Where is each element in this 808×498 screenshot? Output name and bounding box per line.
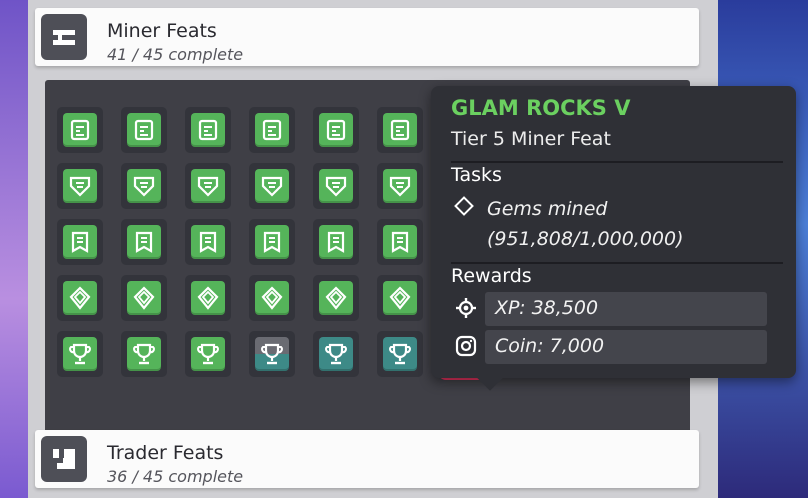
reward-label: Coin: 7,000: [495, 335, 605, 357]
banner-icon: [191, 225, 225, 259]
trophy-icon: [383, 337, 417, 371]
feat-tile[interactable]: [313, 219, 359, 265]
rewards-heading: Rewards: [451, 265, 532, 287]
shield-icon: [63, 169, 97, 203]
banner-icon: [127, 225, 161, 259]
trophy-icon: [191, 337, 225, 371]
category-progress: 36 / 45 complete: [107, 467, 244, 486]
shield-icon: [127, 169, 161, 203]
feat-tile[interactable]: [185, 107, 231, 153]
tasks-heading: Tasks: [451, 164, 502, 186]
feat-tile[interactable]: [121, 219, 167, 265]
scroll-icon: [319, 113, 353, 147]
gem-icon: [319, 281, 353, 315]
miner-feats-header[interactable]: Miner Feats 41 / 45 complete: [35, 8, 699, 66]
feat-tile[interactable]: [185, 275, 231, 321]
feat-title: GLAM ROCKS V: [451, 96, 631, 120]
trophy-icon: [63, 337, 97, 371]
feat-tile[interactable]: [185, 219, 231, 265]
feat-tile[interactable]: [377, 219, 423, 265]
trophy-icon: [319, 337, 353, 371]
feat-tile[interactable]: [185, 331, 231, 377]
reward-coin: Coin: 7,000: [485, 330, 767, 364]
reward-label: XP: 38,500: [495, 297, 599, 319]
banner-icon: [63, 225, 97, 259]
feat-tile[interactable]: [121, 275, 167, 321]
feat-tile[interactable]: [57, 107, 103, 153]
shield-icon: [383, 169, 417, 203]
feat-tile[interactable]: [377, 163, 423, 209]
trophy-icon: [127, 337, 161, 371]
feat-tile[interactable]: [57, 219, 103, 265]
feat-tile[interactable]: [249, 275, 295, 321]
category-title: Trader Feats: [107, 442, 224, 464]
shield-icon: [319, 169, 353, 203]
category-title: Miner Feats: [107, 20, 217, 42]
feat-tile[interactable]: [249, 107, 295, 153]
scroll-icon: [383, 113, 417, 147]
banner-icon: [383, 225, 417, 259]
feat-tooltip: GLAM ROCKS V Tier 5 Miner Feat Tasks Gem…: [431, 86, 796, 391]
feat-tile[interactable]: [57, 275, 103, 321]
feat-tile[interactable]: [313, 163, 359, 209]
banner-icon: [319, 225, 353, 259]
scroll-icon: [127, 113, 161, 147]
feat-tier: Tier 5 Miner Feat: [451, 128, 611, 150]
shield-icon: [255, 169, 289, 203]
feat-tile[interactable]: [249, 331, 295, 377]
diamond-icon: [454, 196, 474, 216]
feat-tile[interactable]: [249, 163, 295, 209]
shield-icon: [191, 169, 225, 203]
feat-tile[interactable]: [57, 163, 103, 209]
feat-tile[interactable]: [313, 331, 359, 377]
feat-tile[interactable]: [57, 331, 103, 377]
divider: [451, 262, 783, 264]
divider: [451, 161, 783, 163]
scroll-icon: [191, 113, 225, 147]
feat-tile[interactable]: [185, 163, 231, 209]
feat-tile[interactable]: [121, 107, 167, 153]
coin-icon: [455, 335, 477, 357]
feat-tile[interactable]: [249, 219, 295, 265]
task-text: Gems mined (951,808/1,000,000): [487, 198, 684, 250]
gear-icon: [456, 298, 476, 318]
feat-tile[interactable]: [377, 107, 423, 153]
gem-icon: [255, 281, 289, 315]
banner-icon: [255, 225, 289, 259]
feat-tile[interactable]: [313, 107, 359, 153]
gem-icon: [191, 281, 225, 315]
scroll-icon: [255, 113, 289, 147]
category-progress: 41 / 45 complete: [107, 45, 244, 64]
gem-icon: [63, 281, 97, 315]
trader-feats-header[interactable]: Trader Feats 36 / 45 complete: [35, 430, 699, 488]
feat-tile[interactable]: [121, 331, 167, 377]
feat-tile[interactable]: [313, 275, 359, 321]
gem-icon: [383, 281, 417, 315]
scroll-icon: [63, 113, 97, 147]
feat-tile[interactable]: [377, 331, 423, 377]
miner-feats-logo-icon: [41, 14, 87, 60]
feat-tile[interactable]: [121, 163, 167, 209]
trophy-icon: [255, 337, 289, 371]
trader-feats-logo-icon: [41, 436, 87, 482]
feat-tile[interactable]: [377, 275, 423, 321]
gem-icon: [127, 281, 161, 315]
reward-xp: XP: 38,500: [485, 292, 767, 326]
